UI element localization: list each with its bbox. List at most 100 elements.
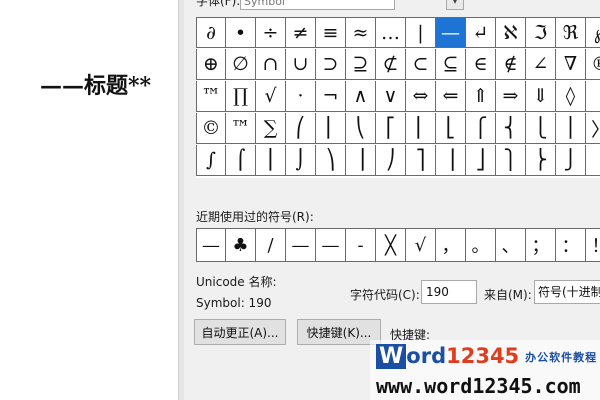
symbol-cell[interactable]: ⇐ — [436, 81, 466, 112]
recent-symbols-label: 近期使用过的符号(R): — [196, 210, 314, 224]
recent-symbol-cell[interactable]: — — [196, 228, 226, 262]
symbol-cell[interactable]: ⎛ — [286, 113, 316, 144]
symbol-cell[interactable]: ∈ — [466, 49, 496, 80]
font-label: 字体(F): — [196, 0, 241, 8]
symbol-cell[interactable]: ⌠ — [226, 145, 256, 176]
symbol-cell[interactable]: ⇑ — [466, 81, 496, 112]
symbol-cell[interactable]: ∪ — [286, 49, 316, 80]
symbol-cell[interactable]: ⎞ — [316, 145, 346, 176]
recent-symbol-cell[interactable]: ： — [556, 228, 586, 262]
symbol-cell[interactable]: ⎪ — [556, 113, 586, 144]
symbol-cell[interactable]: ⎢ — [406, 113, 436, 144]
symbol-cell[interactable]: — — [436, 17, 466, 48]
recent-symbol-cell[interactable]: ♣ — [226, 228, 256, 262]
font-select[interactable]: Symbol — [240, 0, 395, 10]
symbol-cell[interactable]: ∧ — [346, 81, 376, 112]
symbol-cell[interactable]: ⇓ — [526, 81, 556, 112]
symbol-cell[interactable]: ⎨ — [496, 113, 526, 144]
recent-symbol-cell[interactable]: / — [256, 228, 286, 262]
symbol-cell[interactable]: ∂ — [196, 17, 226, 48]
symbol-cell[interactable]: ⎦ — [466, 145, 496, 176]
watermark-logo: Word12345 办公软件教程 — [376, 344, 597, 370]
symbol-cell[interactable]: ⎫ — [496, 145, 526, 176]
symbol-cell[interactable]: … — [376, 17, 406, 48]
symbol-cell[interactable]: ⎩ — [526, 113, 556, 144]
document-heading-text[interactable]: ——标题** — [40, 68, 151, 100]
symbol-cell[interactable]: ⎟ — [346, 145, 376, 176]
symbol-cell[interactable]: ∫ — [196, 145, 226, 176]
symbol-cell[interactable]: 〉 — [586, 113, 600, 144]
symbol-cell[interactable]: ℜ — [556, 17, 586, 48]
autocorrect-button[interactable]: 自动更正(A)... — [194, 319, 286, 345]
symbol-cell[interactable]: ÷ — [256, 17, 286, 48]
symbol-cell[interactable]: ⎠ — [376, 145, 406, 176]
chevron-down-icon[interactable]: ▾ — [446, 0, 464, 10]
symbol-cell[interactable]: ⎭ — [556, 145, 586, 176]
symbol-cell[interactable]: 〈 — [586, 81, 600, 112]
symbol-cell[interactable]: • — [226, 17, 256, 48]
recent-symbol-cell[interactable]: 。 — [466, 228, 496, 262]
symbol-cell[interactable]: ◊ — [556, 81, 586, 112]
symbol-cell[interactable]: ⎥ — [436, 145, 466, 176]
symbol-cell[interactable]: ≡ — [316, 17, 346, 48]
recent-symbol-cell[interactable]: ╳ — [376, 228, 406, 262]
symbol-cell[interactable]: ⎧ — [466, 113, 496, 144]
symbol-cell[interactable]: ℘ — [586, 17, 600, 48]
symbol-cell[interactable]: ⊃ — [316, 49, 346, 80]
recent-symbol-cell[interactable]: 、 — [496, 228, 526, 262]
symbol-cell[interactable]: ⎮ — [256, 145, 286, 176]
symbol-cell[interactable]: ∨ — [376, 81, 406, 112]
symbol-cell[interactable]: ⎤ — [406, 145, 436, 176]
symbol-cell[interactable]: © — [196, 113, 226, 144]
shortcut-key-button[interactable]: 快捷键(K)... — [297, 319, 381, 345]
symbol-cell[interactable]: ¬ — [316, 81, 346, 112]
symbol-cell[interactable]: ⊄ — [376, 49, 406, 80]
symbol-cell[interactable]: √ — [256, 81, 286, 112]
symbol-cell[interactable]: ® — [586, 49, 600, 80]
recent-symbol-cell[interactable]: √ — [406, 228, 436, 262]
symbol-cell[interactable]: | — [406, 17, 436, 48]
recent-symbol-cell[interactable]: ， — [436, 228, 466, 262]
watermark: Word12345 办公软件教程 www.word12345.com — [370, 340, 600, 400]
char-code-input[interactable]: 190 — [421, 280, 477, 304]
symbol-cell[interactable]: ⎬ — [526, 145, 556, 176]
recent-symbol-cell[interactable]: — — [286, 228, 316, 262]
symbol-cell[interactable]: ∉ — [496, 49, 526, 80]
symbol-cell[interactable]: ≠ — [286, 17, 316, 48]
symbol-grid: ∂•÷≠≡≈…|—↵ℵℑℜ℘ ⊕∅∩∪⊃⊇⊄⊂⊆∈∉∠∇® ™∏√·¬∧∨⇔⇐⇑⇒⇓… — [196, 17, 600, 178]
from-select[interactable]: 符号(十进制) — [534, 280, 600, 304]
symbol-cell[interactable]: ™ — [196, 81, 226, 112]
symbol-cell[interactable]: ™ — [226, 113, 256, 144]
symbol-cell[interactable]: ∩ — [256, 49, 286, 80]
symbol-cell[interactable]: ↵ — [466, 17, 496, 48]
symbol-cell[interactable]: ∇ — [556, 49, 586, 80]
symbol-cell[interactable]: ⎜ — [316, 113, 346, 144]
symbol-cell[interactable]: ⇒ — [496, 81, 526, 112]
symbol-cell[interactable]: ∏ — [226, 81, 256, 112]
symbol-cell[interactable]: ⇔ — [406, 81, 436, 112]
symbol-cell[interactable]: ∠ — [526, 49, 556, 80]
symbol-cell[interactable]: ⊂ — [406, 49, 436, 80]
symbol-cell[interactable]: ⌡ — [286, 145, 316, 176]
symbol-cell[interactable]: ⊕ — [196, 49, 226, 80]
watermark-url: www.word12345.com — [376, 374, 581, 398]
symbol-cell[interactable]: ⊆ — [436, 49, 466, 80]
watermark-logo-ord: ord — [406, 344, 447, 368]
symbol-cell[interactable]: · — [286, 81, 316, 112]
symbol-cell[interactable]: ℑ — [526, 17, 556, 48]
recent-symbol-cell[interactable]: - — [346, 228, 376, 262]
symbol-cell[interactable]: ⎝ — [346, 113, 376, 144]
symbol-cell[interactable]: ≈ — [346, 17, 376, 48]
recent-symbol-cell[interactable]: ！ — [586, 228, 600, 262]
symbol-code-text: Symbol: 190 — [196, 296, 272, 310]
symbol-cell[interactable]: ⊇ — [346, 49, 376, 80]
symbol-cell[interactable]: ∑ — [256, 113, 286, 144]
symbol-cell[interactable]: ⎡ — [376, 113, 406, 144]
recent-symbol-cell[interactable]: — — [316, 228, 346, 262]
symbol-cell[interactable]: ⎣ — [436, 113, 466, 144]
symbol-cell[interactable] — [586, 145, 600, 176]
recent-symbol-cell[interactable]: ； — [526, 228, 556, 262]
watermark-tagline: 办公软件教程 — [525, 351, 598, 364]
symbol-cell[interactable]: ℵ — [496, 17, 526, 48]
symbol-cell[interactable]: ∅ — [226, 49, 256, 80]
